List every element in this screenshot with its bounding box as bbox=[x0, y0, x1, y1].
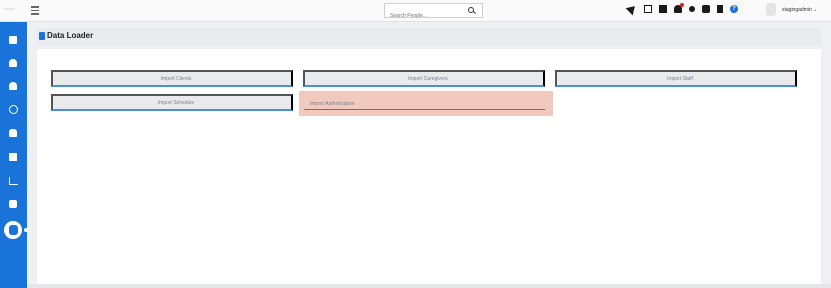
main-content: Data Loader Import Clients Import Caregi… bbox=[27, 22, 831, 288]
book-icon[interactable] bbox=[659, 5, 667, 13]
menu-toggle-icon[interactable] bbox=[31, 6, 41, 15]
page-title: Data Loader bbox=[47, 31, 94, 40]
chat-icon[interactable] bbox=[702, 5, 710, 13]
data-loader-panel: Import Clients Import Caregivers Import … bbox=[37, 49, 821, 288]
calendar-icon[interactable] bbox=[644, 5, 652, 13]
app-logo[interactable]: ===== bbox=[4, 7, 22, 13]
clipboard-icon[interactable] bbox=[717, 5, 723, 13]
bell-icon[interactable] bbox=[674, 3, 684, 13]
user-menu[interactable]: stagingadmin ⌄ bbox=[782, 7, 817, 13]
import-clients-button[interactable]: Import Clients bbox=[51, 70, 293, 87]
page-header: Data Loader bbox=[37, 28, 821, 46]
import-caregivers-button[interactable]: Import Caregivers bbox=[303, 70, 545, 87]
database-icon[interactable] bbox=[4, 221, 22, 239]
avatar[interactable] bbox=[766, 3, 776, 16]
gear-icon[interactable] bbox=[689, 6, 695, 12]
help-icon[interactable]: ? bbox=[730, 5, 738, 13]
toolbar-icons: ? bbox=[625, 2, 745, 16]
monitor-icon[interactable] bbox=[8, 199, 18, 209]
chart-icon[interactable] bbox=[8, 176, 18, 186]
search-icon[interactable] bbox=[468, 7, 474, 13]
clock-icon[interactable] bbox=[8, 104, 18, 114]
footer-bar bbox=[27, 284, 831, 288]
flask-icon[interactable] bbox=[8, 128, 18, 138]
dashboard-icon[interactable] bbox=[8, 35, 18, 45]
database-icon bbox=[39, 32, 45, 40]
search-box bbox=[384, 3, 483, 23]
user-icon[interactable] bbox=[8, 81, 18, 91]
divider bbox=[304, 109, 545, 110]
import-authorization-button[interactable]: Import Authorization bbox=[299, 91, 553, 116]
top-navbar: ===== ? stagingadmin ⌄ bbox=[0, 0, 831, 23]
presentation-icon[interactable] bbox=[8, 152, 18, 162]
notification-dot bbox=[680, 3, 684, 7]
import-staff-button[interactable]: Import Staff bbox=[555, 70, 797, 87]
sidebar bbox=[0, 22, 28, 288]
user-icon[interactable] bbox=[8, 58, 18, 68]
import-schedule-button[interactable]: Import Schedule bbox=[51, 94, 293, 111]
search-input[interactable] bbox=[385, 9, 465, 23]
send-icon[interactable] bbox=[625, 2, 639, 16]
